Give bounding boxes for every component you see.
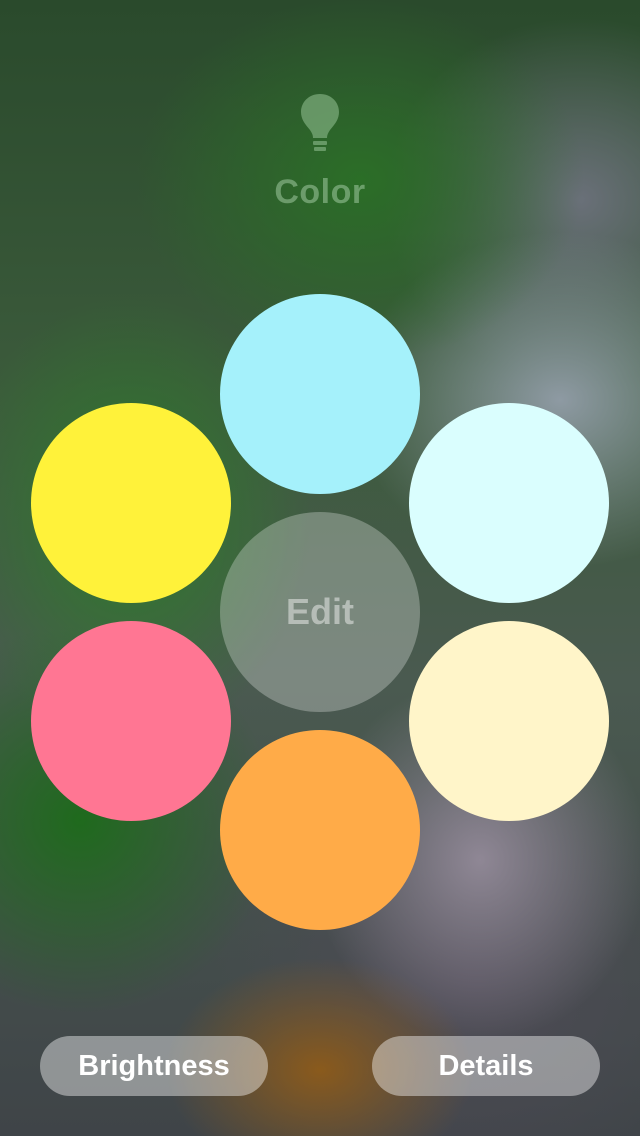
edit-button[interactable]: Edit	[220, 512, 420, 712]
swatch-pink[interactable]	[31, 621, 231, 821]
header: Color	[0, 92, 640, 212]
edit-label: Edit	[286, 591, 354, 632]
swatch-orange[interactable]	[220, 730, 420, 930]
page-title: Color	[274, 173, 366, 211]
brightness-button[interactable]: Brightness	[40, 1036, 268, 1096]
lightbulb-icon	[298, 92, 342, 156]
swatch-yellow[interactable]	[31, 403, 231, 603]
details-label: Details	[438, 1049, 534, 1082]
details-button[interactable]: Details	[372, 1036, 600, 1096]
swatch-pale-yellow[interactable]	[409, 621, 609, 821]
brightness-label: Brightness	[78, 1049, 230, 1082]
swatch-pale-cyan[interactable]	[409, 403, 609, 603]
swatch-light-blue[interactable]	[220, 294, 420, 494]
